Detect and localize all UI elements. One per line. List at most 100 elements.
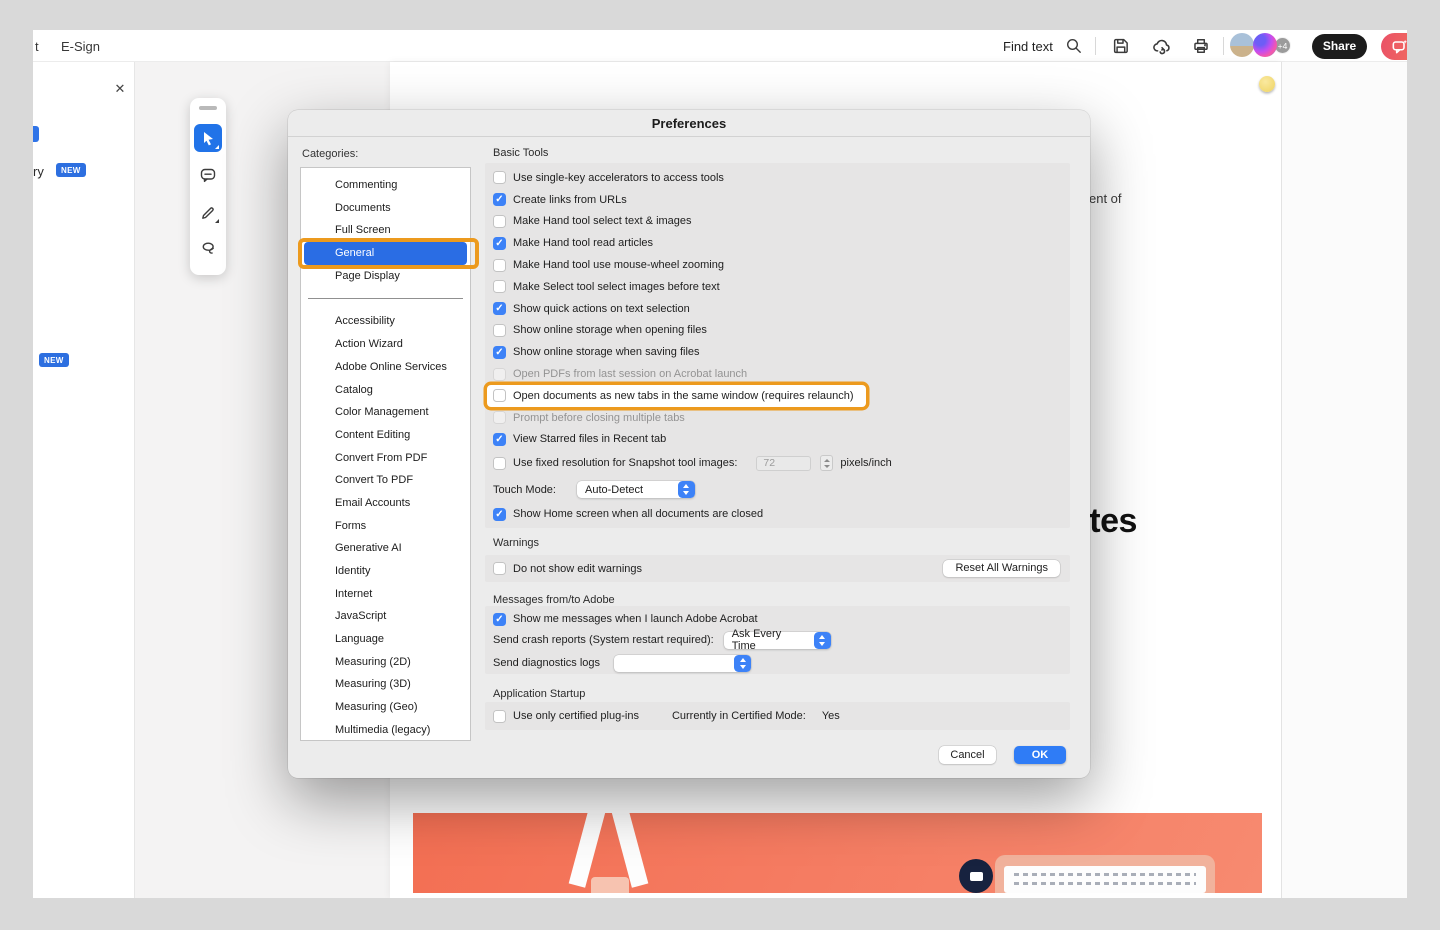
preference-row: Show me messages when I launch Adobe Acr… (493, 609, 1062, 629)
preference-label: Make Hand tool use mouse-wheel zooming (513, 259, 724, 271)
selected-item-indicator (33, 126, 39, 142)
category-item[interactable]: General (304, 242, 467, 265)
category-item[interactable]: Accessibility (301, 310, 470, 333)
preference-row: Make Hand tool read articles (493, 232, 1062, 254)
checkbox[interactable] (493, 389, 506, 402)
menu-item-esign[interactable]: E-Sign (61, 39, 100, 54)
category-item[interactable]: Content Editing (301, 424, 470, 447)
avatar[interactable] (1230, 33, 1254, 57)
checkbox[interactable] (493, 280, 506, 293)
preference-row: Make Hand tool use mouse-wheel zooming (493, 254, 1062, 276)
category-item[interactable]: Documents (301, 197, 470, 220)
preference-row: Prompt before closing multiple tabs (493, 407, 1062, 429)
preference-row: Send diagnostics logs (493, 651, 1062, 675)
checkbox-checked[interactable] (493, 193, 506, 206)
checkbox-checked[interactable] (493, 237, 506, 250)
select-stepper-icon (820, 455, 833, 471)
preference-label: Create links from URLs (513, 194, 627, 206)
touch-mode-select[interactable]: Auto-Detect (577, 481, 695, 498)
checkbox-checked[interactable] (493, 613, 506, 626)
categories-label: Categories: (302, 148, 358, 160)
preferences-dialog: Preferences Categories: CommentingDocume… (288, 110, 1090, 778)
preference-label: Use only certified plug-ins (513, 710, 639, 722)
select-value: Auto-Detect (577, 484, 678, 496)
messages-panel: Show me messages when I launch Adobe Acr… (485, 606, 1070, 674)
crash-reports-select[interactable]: Ask Every Time (724, 632, 831, 649)
category-item[interactable]: Commenting (301, 174, 470, 197)
sidebar-partial-label: ry (33, 164, 44, 179)
tablet-toolbar (1004, 866, 1206, 893)
draw-tool-button[interactable] (194, 198, 222, 226)
yellow-comment-dot-icon[interactable] (1259, 76, 1275, 92)
avatar[interactable] (1253, 33, 1277, 57)
checkbox-checked[interactable] (493, 508, 506, 521)
checkbox[interactable] (493, 457, 506, 470)
menu-item-partial[interactable]: t (35, 39, 39, 54)
preference-row: Send crash reports (System restart requi… (493, 629, 1062, 651)
category-item[interactable]: Email Accounts (301, 492, 470, 515)
preference-label: View Starred files in Recent tab (513, 433, 666, 445)
preference-label: Show online storage when saving files (513, 346, 700, 358)
preference-label: Show me messages when I launch Adobe Acr… (513, 613, 758, 625)
category-item[interactable]: Measuring (3D) (301, 673, 470, 696)
checkbox[interactable] (493, 562, 506, 575)
search-icon[interactable] (1061, 33, 1087, 59)
lasso-tool-button[interactable] (194, 235, 222, 263)
category-item[interactable]: Measuring (Geo) (301, 696, 470, 719)
preference-label: Make Select tool select images before te… (513, 281, 720, 293)
category-item[interactable]: Internet (301, 583, 470, 606)
checkbox[interactable] (493, 259, 506, 272)
cloud-sync-icon[interactable] (1148, 33, 1174, 59)
diagnostics-logs-select[interactable] (614, 655, 751, 672)
dialog-title: Preferences (288, 110, 1090, 137)
category-item[interactable]: Multimedia (legacy) (301, 719, 470, 742)
category-item[interactable]: Convert From PDF (301, 447, 470, 470)
toolbar-divider (1223, 37, 1224, 55)
category-item[interactable]: Adobe Online Services (301, 356, 470, 379)
reset-all-warnings-button[interactable]: Reset All Warnings (943, 560, 1060, 577)
warnings-panel: Do not show edit warnings Reset All Warn… (485, 555, 1070, 582)
category-item[interactable]: Forms (301, 515, 470, 538)
ok-button[interactable]: OK (1014, 746, 1066, 764)
category-item[interactable]: Language (301, 628, 470, 651)
select-value: Ask Every Time (724, 628, 814, 652)
preference-label: Touch Mode: (493, 484, 556, 496)
drag-handle[interactable] (199, 106, 217, 110)
category-item[interactable]: Measuring (2D) (301, 651, 470, 674)
category-item[interactable]: Convert To PDF (301, 469, 470, 492)
share-button[interactable]: Share (1312, 34, 1367, 59)
save-icon[interactable] (1108, 33, 1134, 59)
category-item[interactable]: Action Wizard (301, 333, 470, 356)
category-item[interactable]: JavaScript (301, 605, 470, 628)
category-item[interactable]: Full Screen (301, 219, 470, 242)
preference-label: Use fixed resolution for Snapshot tool i… (513, 457, 737, 469)
category-item[interactable]: Color Management (301, 401, 470, 424)
left-sidebar-panel: ✕ ry NEW NEW (33, 62, 135, 898)
preference-label: Make Hand tool read articles (513, 237, 653, 249)
checkbox-checked[interactable] (493, 433, 506, 446)
category-item[interactable]: Catalog (301, 379, 470, 402)
select-tool-button[interactable] (194, 124, 222, 152)
checkbox-checked[interactable] (493, 302, 506, 315)
find-text-label[interactable]: Find text (1003, 39, 1053, 54)
preference-row: Make Select tool select images before te… (493, 276, 1062, 298)
preference-row: Show online storage when saving files (493, 341, 1062, 363)
floating-quick-toolbar (190, 98, 226, 275)
comment-tool-button[interactable] (194, 161, 222, 189)
cancel-button[interactable]: Cancel (939, 746, 996, 764)
category-item[interactable]: Identity (301, 560, 470, 583)
close-icon[interactable]: ✕ (112, 81, 128, 97)
checkbox[interactable] (493, 324, 506, 337)
checkbox[interactable] (493, 710, 506, 723)
checkbox[interactable] (493, 215, 506, 228)
select-stepper-icon[interactable] (678, 481, 695, 498)
section-header-messages: Messages from/to Adobe (493, 594, 615, 606)
category-item[interactable]: Page Display (301, 265, 470, 288)
feedback-button[interactable] (1381, 33, 1407, 60)
category-item[interactable]: Generative AI (301, 537, 470, 560)
preference-label: Send crash reports (System restart requi… (493, 634, 714, 646)
checkbox-checked[interactable] (493, 346, 506, 359)
print-icon[interactable] (1188, 33, 1214, 59)
checkbox[interactable] (493, 171, 506, 184)
preference-label: Use single-key accelerators to access to… (513, 172, 724, 184)
